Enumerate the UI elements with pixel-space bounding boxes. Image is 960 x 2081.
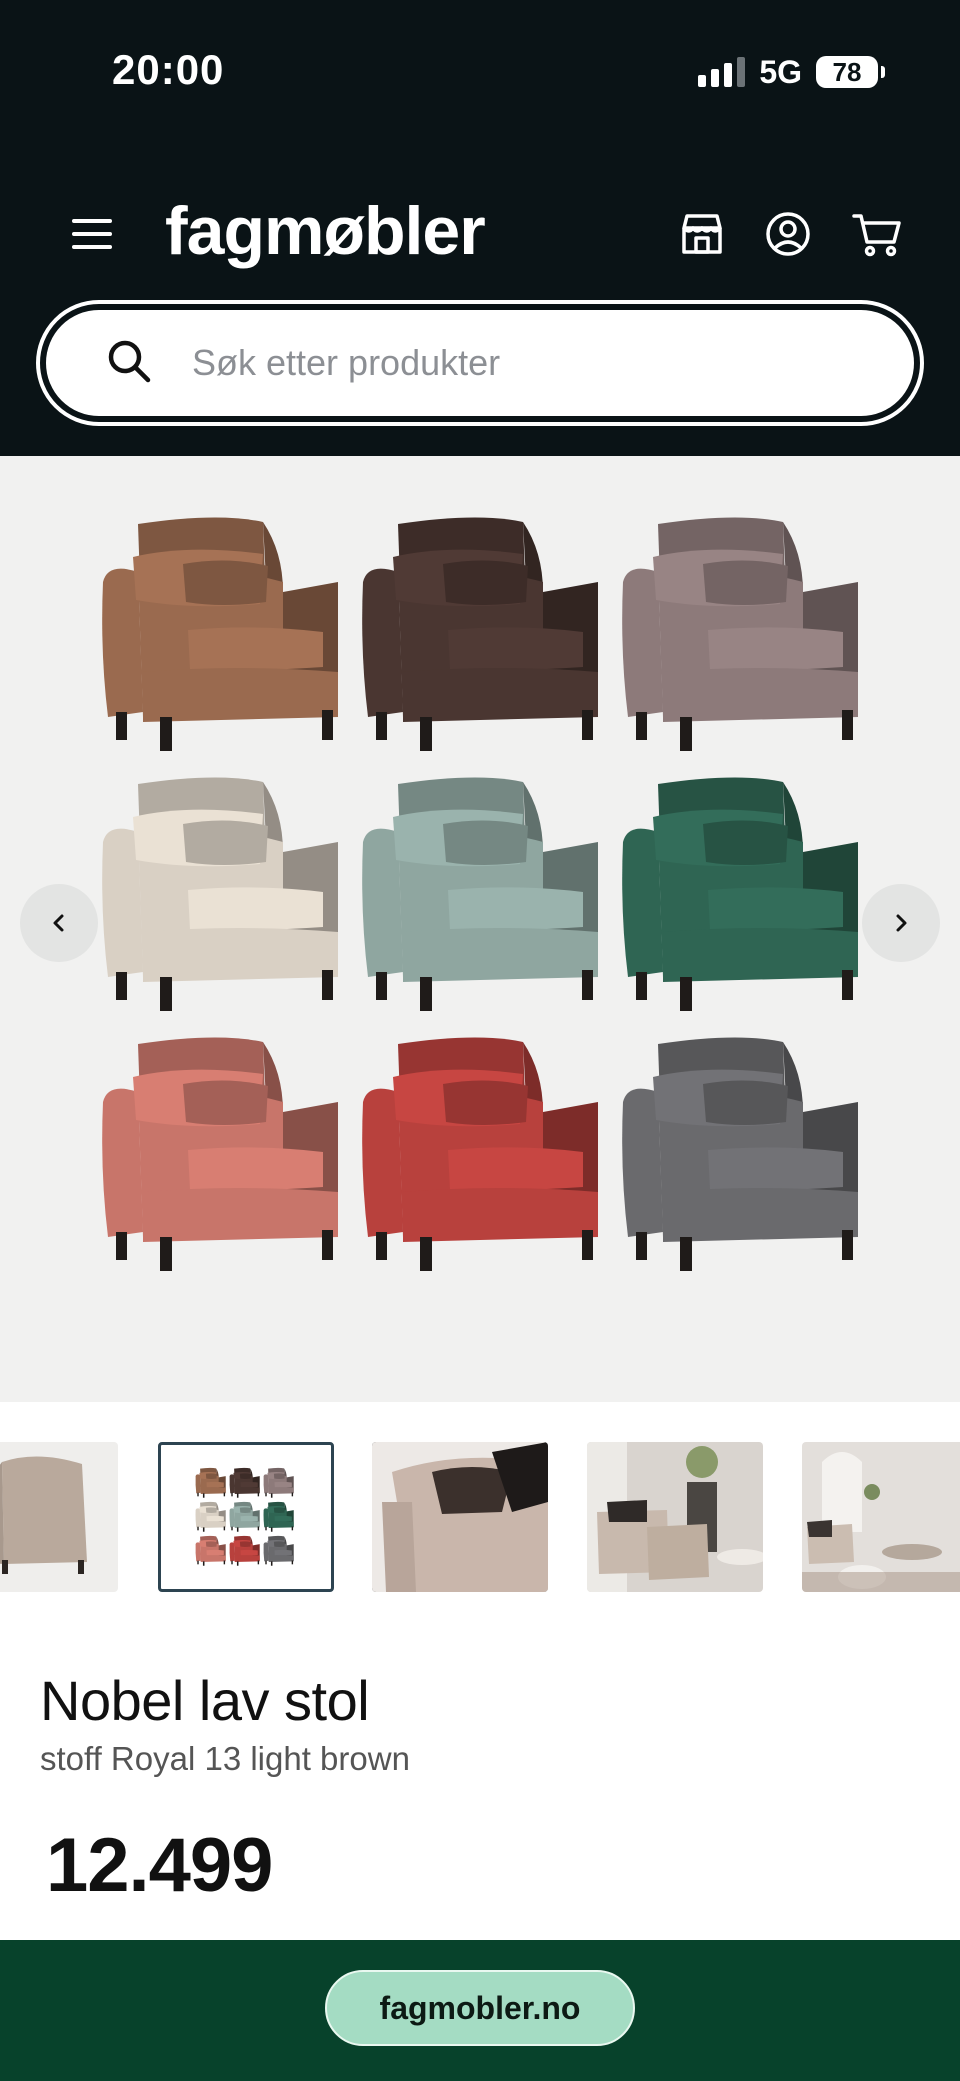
armchair-variant [618, 512, 868, 752]
thumbnail-chair-closeup[interactable] [372, 1442, 548, 1592]
armchair-variant [98, 772, 348, 1012]
mini-armchair [195, 1501, 227, 1537]
cart-icon[interactable] [852, 210, 901, 258]
search-bar[interactable] [36, 300, 924, 426]
thumbnail-room-scene[interactable] [802, 1442, 960, 1592]
site-url-pill[interactable]: fagmobler.no [325, 1970, 635, 2046]
logo[interactable]: fagmøbler [165, 192, 486, 270]
battery-level: 78 [832, 56, 862, 87]
mini-armchair [263, 1467, 295, 1503]
armchair-variant [618, 1032, 868, 1272]
battery-icon: 78 [816, 56, 885, 88]
status-indicators: 5G 78 [698, 52, 885, 92]
mini-armchair [263, 1501, 295, 1537]
armchair-variant [358, 512, 608, 752]
product-gallery[interactable] [0, 456, 960, 1402]
browser-address-bar: fagmobler.no [0, 1940, 960, 2081]
status-time: 20:00 [112, 46, 225, 93]
menu-icon[interactable] [72, 219, 112, 253]
thumbnail-color-grid[interactable] [158, 1442, 334, 1592]
armchair-variant [618, 772, 868, 1012]
mini-armchair [229, 1467, 261, 1503]
product-title: Nobel lav stol [40, 1669, 370, 1732]
armchair-variant [98, 1032, 348, 1272]
mini-armchair [229, 1535, 261, 1571]
signal-icon [698, 57, 746, 87]
header: 20:00 5G 78 fagmøbler [0, 0, 960, 456]
armchair-variant [358, 1032, 608, 1272]
thumbnail-chair-back[interactable] [0, 1442, 118, 1592]
product-price: 12.499 [46, 1823, 273, 1908]
search-field[interactable] [46, 310, 914, 416]
gallery-next-button[interactable] [862, 884, 940, 962]
store-icon[interactable] [678, 210, 726, 258]
mini-armchair [229, 1501, 261, 1537]
armchair-variant [358, 772, 608, 1012]
thumbnail-strip[interactable] [0, 1440, 960, 1595]
search-icon [106, 338, 152, 389]
chevron-left-icon [53, 914, 64, 932]
mini-armchair [263, 1535, 295, 1571]
mini-armchair [195, 1535, 227, 1571]
search-input[interactable] [190, 341, 794, 385]
armchair-variant [98, 512, 348, 752]
thumbnail-living-room[interactable] [587, 1442, 763, 1592]
gallery-prev-button[interactable] [20, 884, 98, 962]
network-label: 5G [759, 53, 802, 90]
chevron-right-icon [896, 914, 907, 932]
mini-armchair [195, 1467, 227, 1503]
account-icon[interactable] [764, 210, 812, 258]
product-subtitle: stoff Royal 13 light brown [40, 1740, 410, 1777]
